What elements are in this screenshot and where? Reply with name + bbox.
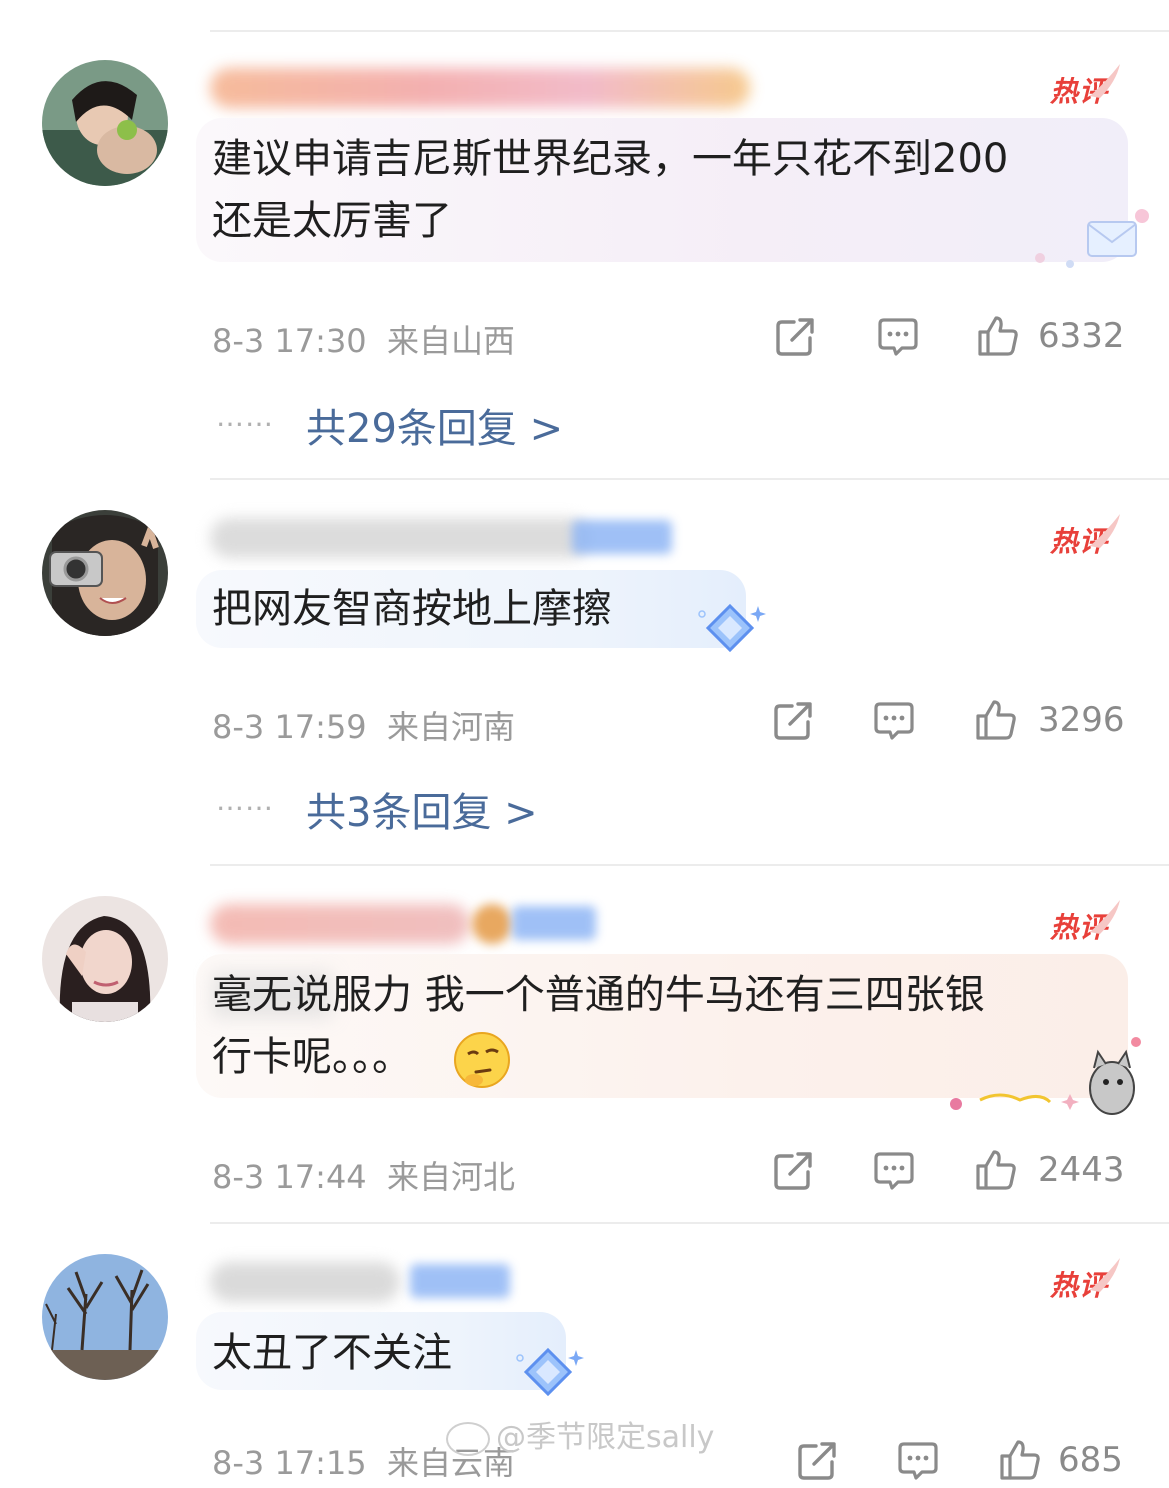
like-count: 2443 — [1038, 1150, 1125, 1190]
comment-text: 把网友智商按地上摩擦 — [212, 586, 612, 632]
comment-actions: 3296 — [0, 698, 1169, 748]
divider — [210, 1222, 1169, 1224]
thumbs-up-icon[interactable] — [998, 1438, 1042, 1482]
like-count: 6332 — [1038, 316, 1125, 356]
comment-actions: 6332 — [0, 314, 1169, 364]
reply-dots: …… — [216, 400, 274, 433]
flame-wing-icon — [1090, 1258, 1120, 1292]
share-icon[interactable] — [772, 1148, 816, 1192]
avatar[interactable] — [42, 510, 168, 636]
hot-comment-badge: 热评 — [1050, 1256, 1130, 1302]
username-blurred[interactable] — [210, 1262, 400, 1302]
flame-wing-icon — [1090, 514, 1120, 548]
divider — [210, 478, 1169, 480]
view-replies-link[interactable]: 共3条回复 > — [306, 780, 538, 838]
like-count: 685 — [1058, 1440, 1123, 1480]
watermark-text: @季节限定sally — [496, 1420, 715, 1455]
thumbs-up-icon[interactable] — [976, 314, 1020, 358]
cat-sticker-icon — [950, 1037, 1141, 1115]
thinking-emoji-icon — [454, 1032, 510, 1088]
comment-icon[interactable] — [896, 1438, 940, 1482]
hot-comment-badge: 热评 — [1050, 512, 1130, 558]
comment-text: 太丑了不关注 — [212, 1330, 452, 1376]
envelope-sticker-icon — [1035, 209, 1149, 268]
divider — [210, 30, 1169, 32]
user-badge-blurred — [512, 906, 596, 940]
comment-icon[interactable] — [876, 314, 920, 358]
diamond-sticker-icon — [516, 1347, 584, 1397]
comment-icon[interactable] — [872, 1148, 916, 1192]
divider — [210, 864, 1169, 866]
username-blurred[interactable] — [210, 518, 590, 558]
comment-icon[interactable] — [872, 698, 916, 742]
thumbs-up-icon[interactable] — [974, 698, 1018, 742]
reply-dots: …… — [216, 784, 274, 817]
share-icon[interactable] — [774, 314, 818, 358]
avatar[interactable] — [42, 1254, 168, 1380]
username-blurred[interactable] — [210, 68, 750, 108]
diamond-sticker-icon — [698, 603, 766, 653]
thumbs-up-icon[interactable] — [974, 1148, 1018, 1192]
avatar[interactable] — [42, 896, 168, 1022]
username-blurred[interactable] — [210, 904, 470, 944]
share-icon[interactable] — [772, 698, 816, 742]
like-count: 3296 — [1038, 700, 1125, 740]
hot-comment-badge: 热评 — [1050, 62, 1130, 108]
share-icon[interactable] — [796, 1438, 840, 1482]
weibo-logo-icon — [446, 1421, 490, 1456]
user-badge-blurred — [410, 1264, 510, 1298]
flame-wing-icon — [1090, 900, 1120, 934]
user-emoji-blurred — [472, 904, 512, 944]
view-replies-link[interactable]: 共29条回复 > — [306, 396, 563, 454]
comment-text: 毫无说服力 我一个普通的牛马还有三四张银 行卡呢。。。 — [212, 972, 985, 1080]
user-badge-blurred — [572, 520, 672, 554]
watermark: @季节限定sally — [446, 1412, 714, 1456]
hot-comment-badge: 热评 — [1050, 898, 1130, 944]
avatar[interactable] — [42, 60, 168, 186]
comment-text: 建议申请吉尼斯世界纪录，一年只花不到200 还是太厉害了 — [212, 136, 1009, 244]
flame-wing-icon — [1090, 64, 1120, 98]
comment-actions: 2443 — [0, 1148, 1169, 1198]
